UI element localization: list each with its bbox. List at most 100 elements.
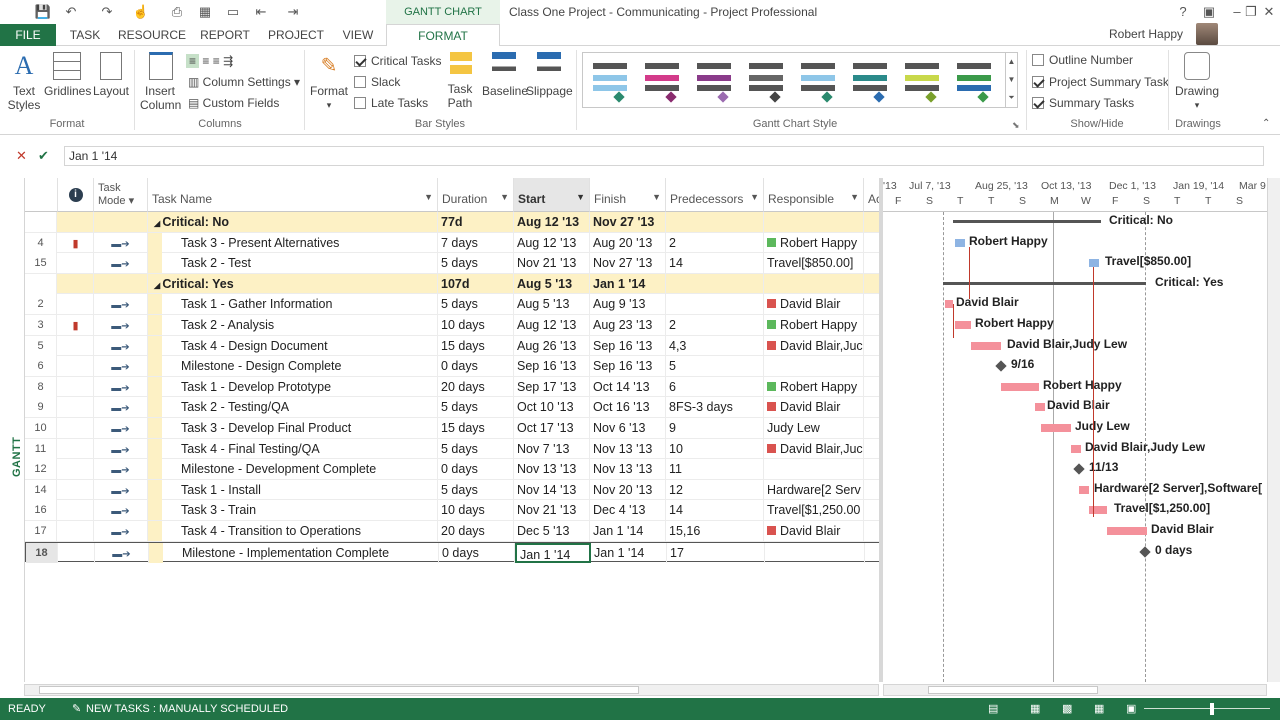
task-name-cell[interactable]: Task 1 - Gather Information <box>148 294 438 315</box>
table-row[interactable]: 18 ▬➔ Milestone - Implementation Complete 0… <box>25 541 880 563</box>
align-right-icon[interactable]: ≡ <box>213 54 220 68</box>
slack-checkbox[interactable]: Slack <box>354 73 400 91</box>
task-name-cell[interactable]: Milestone - Implementation Complete <box>149 542 439 563</box>
responsible-cell[interactable]: David Blair <box>764 521 864 541</box>
tab-report[interactable]: REPORT <box>198 24 252 46</box>
row-number[interactable]: 16 <box>25 500 57 521</box>
start-cell[interactable]: Aug 12 '13 <box>514 232 590 253</box>
header-finish[interactable]: Finish ▼ <box>590 178 666 212</box>
table-row[interactable]: 3 ▮ ▬➔ Task 2 - Analysis 10 days Aug 12 '13 Au… <box>25 315 880 336</box>
slack-check-icon[interactable] <box>354 76 366 88</box>
finish-cell[interactable]: Jan 1 '14 <box>590 521 666 541</box>
help-icon[interactable]: ? <box>1170 2 1196 22</box>
tab-file[interactable]: FILE <box>0 24 56 46</box>
responsible-cell[interactable]: Hardware[2 Serv <box>764 479 864 500</box>
view-task-usage-icon[interactable]: ▦ <box>1030 698 1040 720</box>
pred-cell[interactable]: 14 <box>666 253 764 274</box>
row-number[interactable]: 12 <box>25 459 57 480</box>
row-number[interactable]: 10 <box>25 418 57 438</box>
summary-tasks-check-icon[interactable] <box>1032 97 1044 109</box>
align-center-icon[interactable]: ≡ <box>202 54 209 68</box>
table-row[interactable]: 4 ▮ ▬➔ Task 3 - Present Alternatives 7 days A… <box>25 232 880 254</box>
task-name-cell[interactable]: Task 1 - Develop Prototype <box>148 376 438 397</box>
gantt-style-6[interactable] <box>849 57 891 105</box>
gantt-vscroll[interactable] <box>1267 178 1280 682</box>
row-number[interactable]: 11 <box>25 438 57 459</box>
header-add-column[interactable]: Ac <box>864 178 880 212</box>
task-name-cell[interactable]: ◢ Critical: Yes <box>148 273 438 294</box>
critical-tasks-check-icon[interactable] <box>354 55 366 67</box>
save-icon[interactable]: 💾 <box>34 3 52 21</box>
start-cell[interactable]: Sep 17 '13 <box>514 376 590 397</box>
duration-cell[interactable]: 5 days <box>438 253 514 274</box>
gantt-style-5[interactable] <box>797 57 839 105</box>
gantt-style-4[interactable] <box>745 57 787 105</box>
start-cell[interactable]: Sep 16 '13 <box>514 356 590 377</box>
pred-cell[interactable] <box>666 212 764 232</box>
start-cell[interactable]: Aug 12 '13 <box>514 212 590 232</box>
finish-cell[interactable]: Oct 16 '13 <box>590 397 666 418</box>
responsible-cell[interactable] <box>764 459 864 480</box>
tab-resource[interactable]: RESOURCE <box>118 24 186 46</box>
duration-cell[interactable]: 20 days <box>438 521 514 541</box>
header-predecessors[interactable]: Predecessors ▼ <box>666 178 764 212</box>
task-name-cell[interactable]: Task 2 - Testing/QA <box>148 397 438 418</box>
finish-cell[interactable]: Nov 13 '13 <box>590 438 666 459</box>
finish-cell[interactable]: Dec 4 '13 <box>590 500 666 521</box>
gridlines-button[interactable]: Gridlines <box>44 52 91 98</box>
task-mode-cell[interactable]: ▬➔ <box>94 376 148 397</box>
pred-cell[interactable]: 4,3 <box>666 335 764 356</box>
baseline-button[interactable]: Baseline <box>482 52 528 98</box>
task-mode-cell[interactable]: ▬➔ <box>94 356 148 377</box>
start-cell[interactable]: Jan 1 '14 <box>515 542 591 563</box>
tab-task[interactable]: TASK <box>66 24 104 46</box>
row-number[interactable]: 15 <box>25 253 57 274</box>
indent-icon[interactable]: ⇥ <box>284 3 302 21</box>
touch-mode-icon[interactable]: ☝ <box>132 3 150 21</box>
table-row[interactable]: 8 ▬➔ Task 1 - Develop Prototype 20 days Sep … <box>25 376 880 398</box>
task-bar[interactable] <box>1035 403 1045 412</box>
duration-cell[interactable]: 10 days <box>438 500 514 521</box>
task-mode-cell[interactable]: ▬➔ <box>94 335 148 356</box>
milestone-marker[interactable] <box>995 360 1007 372</box>
task-mode-cell[interactable] <box>94 273 148 294</box>
pred-cell[interactable]: 15,16 <box>666 521 764 541</box>
finish-cell[interactable]: Nov 27 '13 <box>590 253 666 274</box>
pred-cell[interactable]: 14 <box>666 500 764 521</box>
responsible-cell[interactable]: David Blair,Juc <box>764 438 864 459</box>
pred-cell[interactable]: 17 <box>667 542 765 563</box>
task-name-cell[interactable]: Milestone - Development Complete <box>148 459 438 480</box>
start-cell[interactable]: Aug 5 '13 <box>514 273 590 294</box>
row-number[interactable]: 8 <box>25 376 57 397</box>
table-row[interactable]: 15 ▬➔ Task 2 - Test 5 days Nov 21 '13 Nov 27 … <box>25 253 880 274</box>
milestone-marker[interactable] <box>1139 545 1151 558</box>
task-bar[interactable] <box>955 321 971 329</box>
task-mode-cell[interactable]: ▬➔ <box>94 253 148 274</box>
responsible-cell[interactable]: David Blair,Juc <box>764 335 864 356</box>
finish-cell[interactable]: Nov 27 '13 <box>590 212 666 232</box>
finish-cell[interactable]: Aug 20 '13 <box>590 232 666 253</box>
undo-icon[interactable]: ↶ <box>62 3 80 21</box>
responsible-cell[interactable]: Judy Lew <box>764 418 864 438</box>
finish-cell[interactable]: Aug 23 '13 <box>590 315 666 335</box>
pred-cell[interactable]: 6 <box>666 376 764 397</box>
responsible-cell[interactable]: Travel[$1,250.00 <box>764 500 864 521</box>
start-cell[interactable]: Aug 5 '13 <box>514 294 590 315</box>
duration-cell[interactable]: 5 days <box>438 397 514 418</box>
task-mode-cell[interactable]: ▬➔ <box>94 438 148 459</box>
finish-cell[interactable]: Nov 13 '13 <box>590 459 666 480</box>
start-cell[interactable]: Nov 14 '13 <box>514 479 590 500</box>
duration-cell[interactable]: 107d <box>438 273 514 294</box>
pred-cell[interactable]: 10 <box>666 438 764 459</box>
task-bar[interactable] <box>1107 527 1147 535</box>
duration-cell[interactable]: 77d <box>438 212 514 232</box>
tab-project[interactable]: PROJECT <box>266 24 326 46</box>
header-duration[interactable]: Duration ▼ <box>438 178 514 212</box>
header-start[interactable]: Start ▼ <box>514 178 590 212</box>
row-number[interactable]: 2 <box>25 294 57 315</box>
summary-bar[interactable] <box>943 281 1146 285</box>
finish-cell[interactable]: Oct 14 '13 <box>590 376 666 397</box>
task-bar[interactable] <box>945 300 953 309</box>
pred-cell[interactable]: 2 <box>666 232 764 253</box>
view-resource-sheet-icon[interactable]: ▦ <box>1094 698 1104 720</box>
